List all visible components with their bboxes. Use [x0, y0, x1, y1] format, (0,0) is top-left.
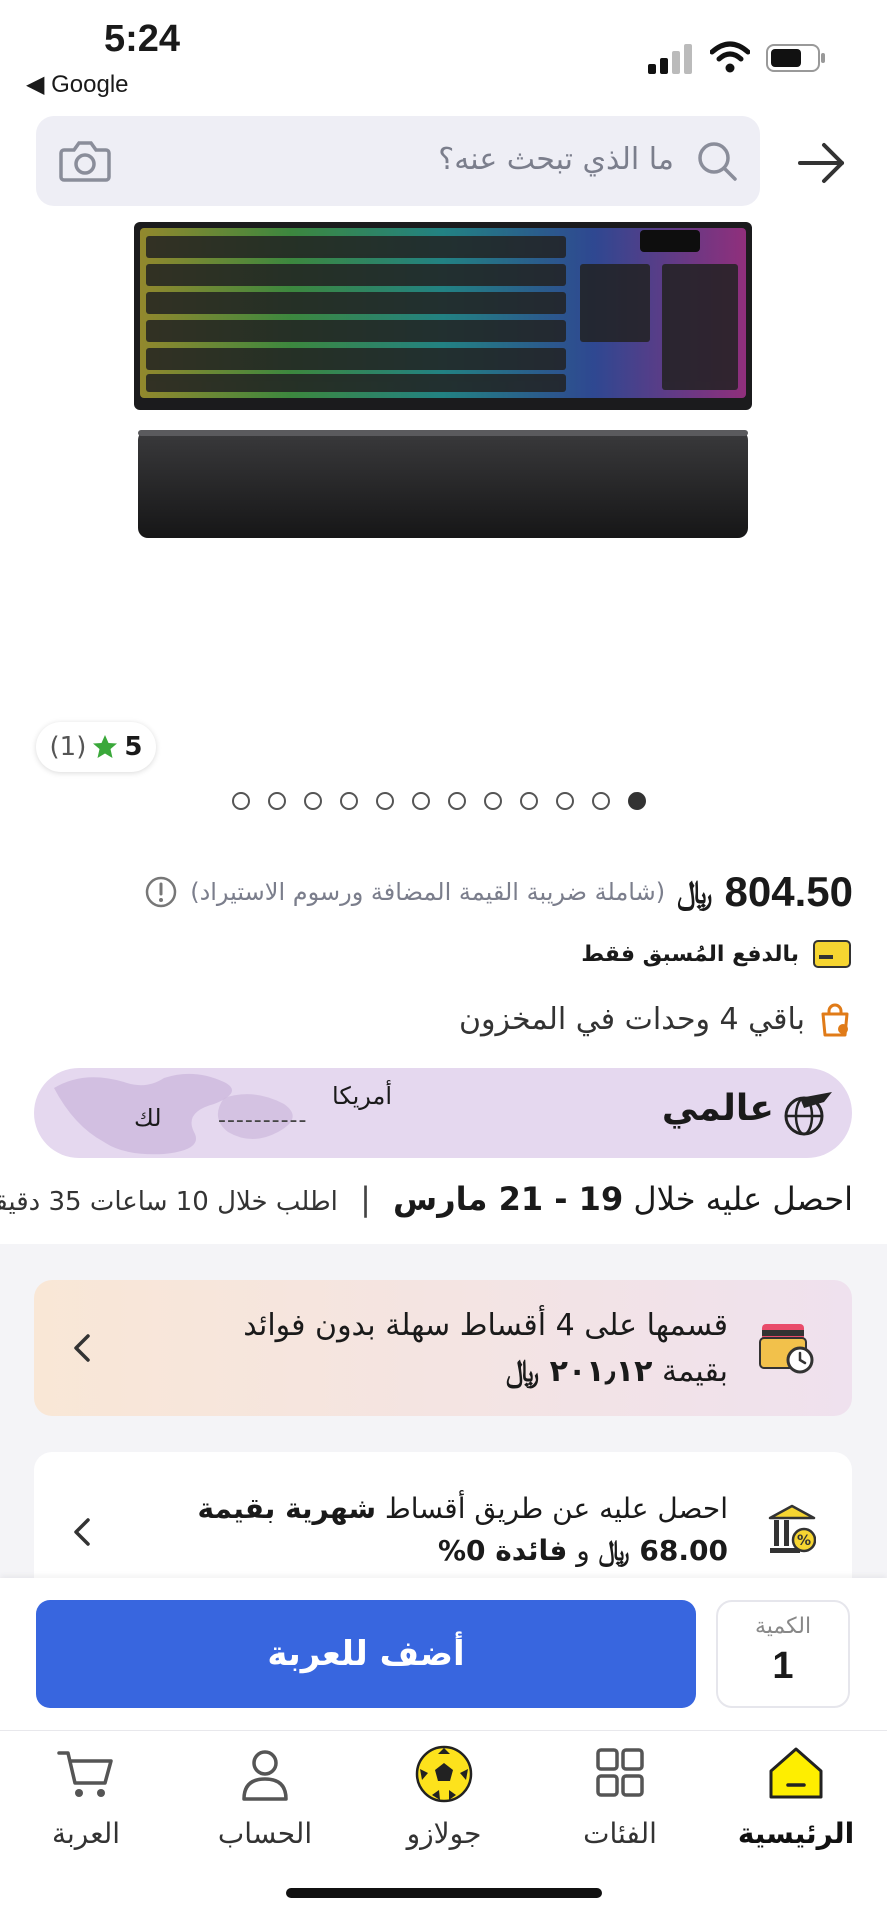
- nav-golazo-label: جولازو: [406, 1817, 482, 1850]
- divider: |: [360, 1180, 371, 1218]
- origin-label: أمريكا: [332, 1082, 393, 1110]
- price-row: 804.50 ﷼ (شاملة ضريبة القيمة المضافة ورس…: [144, 868, 853, 916]
- monthly-title-bold: شهرية بقيمة: [197, 1492, 376, 1525]
- pagination-dot[interactable]: [232, 792, 250, 810]
- monthly-amount-line: 68.00 ﷼ و فائدة 0%: [438, 1534, 728, 1568]
- pagination-dot[interactable]: [268, 792, 286, 810]
- signal-icon: [648, 44, 692, 74]
- delivery-cutoff: اطلب خلال 10 ساعات 35 دقيقة: [0, 1187, 338, 1217]
- monthly-title: احصل عليه عن طريق أقساط شهرية بقيمة: [197, 1492, 728, 1525]
- user-icon: [242, 1750, 288, 1801]
- image-pagination-dots[interactable]: [232, 792, 646, 810]
- tax-note: (شاملة ضريبة القيمة المضافة ورسوم الاستي…: [190, 878, 666, 906]
- back-to-google-link[interactable]: ◀ Google: [26, 70, 129, 99]
- delivery-prefix: احصل عليه خلال: [633, 1180, 853, 1218]
- delivery-dates: 19 - 21 مارس: [393, 1180, 624, 1218]
- shopping-bag-icon: [821, 1003, 849, 1036]
- info-icon[interactable]: [144, 875, 178, 909]
- pagination-dot[interactable]: [376, 792, 394, 810]
- pagination-dot[interactable]: [556, 792, 574, 810]
- product-image[interactable]: [130, 222, 756, 546]
- pagination-dot[interactable]: [592, 792, 610, 810]
- prepay-note: بالدفع المُسبق فقط: [581, 941, 799, 967]
- currency-symbol: ﷼: [677, 872, 713, 911]
- camera-icon[interactable]: [58, 136, 112, 186]
- installments-card[interactable]: قسمها على 4 أقساط سهلة بدون فوائد بقيمة …: [34, 1280, 852, 1416]
- prepay-row: بالدفع المُسبق فقط: [581, 940, 851, 968]
- search-bar[interactable]: ما الذي تبحث عنه؟: [36, 116, 760, 206]
- globe-plane-icon: [784, 1092, 832, 1136]
- svg-text:%: %: [797, 1533, 811, 1549]
- monthly-installments-card[interactable]: % احصل عليه عن طريق أقساط شهرية بقيمة 68…: [34, 1452, 852, 1588]
- rating-value: 5: [124, 732, 143, 762]
- arrow-right-icon[interactable]: [796, 138, 848, 188]
- pagination-dot[interactable]: [304, 792, 322, 810]
- chevron-left-icon[interactable]: [70, 1332, 94, 1364]
- installments-amount-line: بقيمة ٢٠١٫١٢ ﷼: [506, 1354, 728, 1389]
- search-input[interactable]: ما الذي تبحث عنه؟: [438, 142, 674, 177]
- search-icon: [698, 142, 737, 181]
- cart-icon: [57, 1751, 113, 1797]
- star-icon: [93, 735, 118, 758]
- pagination-dot[interactable]: [412, 792, 430, 810]
- monthly-amount: 68.00 ﷼: [598, 1534, 728, 1567]
- nav-categories-label: الفئات: [583, 1817, 657, 1850]
- installments-title: قسمها على 4 أقساط سهلة بدون فوائد: [243, 1308, 728, 1343]
- quantity-label: الكمية: [754, 1614, 812, 1639]
- wifi-icon: [710, 41, 750, 73]
- rating-count: (1): [49, 732, 87, 762]
- nav-home[interactable]: الرئيسية: [716, 1745, 876, 1850]
- stock-note: باقي 4 وحدات في المخزون: [458, 1002, 805, 1037]
- pagination-dot[interactable]: [520, 792, 538, 810]
- nav-account[interactable]: الحساب: [185, 1745, 345, 1850]
- stock-row: باقي 4 وحدات في المخزون: [459, 1002, 851, 1037]
- soccer-ball-icon: [415, 1745, 473, 1803]
- grid-icon: [596, 1748, 644, 1797]
- monthly-title-prefix: احصل عليه عن طريق أقساط: [384, 1492, 728, 1525]
- card-clock-icon: [759, 1324, 814, 1374]
- status-time: 5:24: [104, 18, 181, 60]
- add-to-cart-bar: أضف للعربة الكمية 1: [0, 1578, 887, 1730]
- installments-amount: ٢٠١٫١٢ ﷼: [506, 1354, 653, 1389]
- global-shipping-banner[interactable]: لك ---------- أمريكا عالمي: [34, 1068, 852, 1158]
- destination-label: لك: [134, 1104, 162, 1132]
- nav-golazo[interactable]: جولازو: [364, 1745, 524, 1850]
- nav-home-label: الرئيسية: [737, 1817, 855, 1850]
- status-bar: 5:24 ◀ Google: [0, 0, 887, 110]
- route-line: ----------: [218, 1108, 308, 1133]
- price: 804.50: [724, 868, 853, 915]
- battery-icon: [766, 44, 825, 72]
- home-indicator: [286, 1888, 602, 1898]
- nav-categories[interactable]: الفئات: [540, 1745, 700, 1850]
- bank-percent-icon: %: [768, 1504, 816, 1553]
- monthly-and: و: [576, 1534, 590, 1567]
- pagination-dot[interactable]: [484, 792, 502, 810]
- delivery-estimate: احصل عليه خلال 19 - 21 مارس | اطلب خلال …: [0, 1180, 853, 1218]
- nav-cart[interactable]: العربة: [6, 1745, 166, 1850]
- quantity-value: 1: [772, 1645, 794, 1687]
- monthly-interest: فائدة 0%: [437, 1534, 568, 1567]
- installments-amount-prefix: بقيمة: [661, 1354, 728, 1389]
- nav-cart-label: العربة: [51, 1817, 121, 1850]
- rating-badge[interactable]: (1) 5: [36, 722, 156, 772]
- credit-card-icon: [813, 940, 851, 968]
- home-icon: [769, 1747, 823, 1799]
- quantity-selector[interactable]: الكمية 1: [716, 1600, 850, 1708]
- global-shipping-label: عالمي: [661, 1088, 774, 1129]
- chevron-left-icon[interactable]: [70, 1516, 94, 1548]
- pagination-dot[interactable]: [628, 792, 646, 810]
- add-to-cart-button[interactable]: أضف للعربة: [36, 1600, 696, 1708]
- pagination-dot[interactable]: [340, 792, 358, 810]
- nav-account-label: الحساب: [217, 1817, 313, 1850]
- pagination-dot[interactable]: [448, 792, 466, 810]
